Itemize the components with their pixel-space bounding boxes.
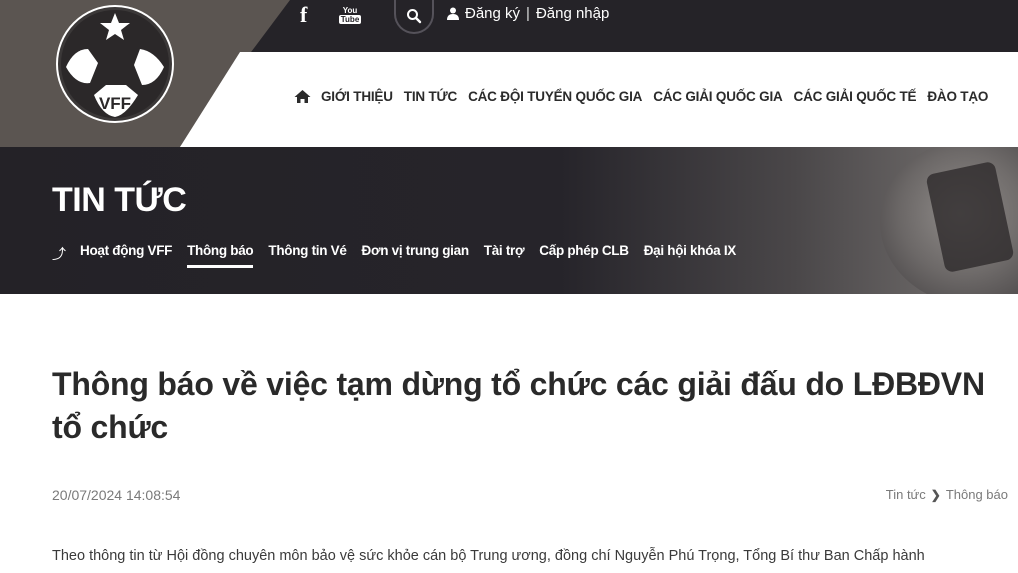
register-link[interactable]: Đăng ký [465, 5, 520, 22]
nav-item-gioi-thieu[interactable]: GIỚI THIỆU [321, 89, 393, 104]
subnav-thong-tin-ve[interactable]: Thông tin Vé [268, 243, 346, 264]
article-body: Theo thông tin từ Hội đồng chuyên môn bả… [52, 548, 925, 564]
subnav-hoat-dong-vff[interactable]: Hoạt động VFF [80, 243, 172, 264]
article-datetime: 20/07/2024 14:08:54 [52, 487, 181, 503]
nav-item-doi-tuyen[interactable]: CÁC ĐỘI TUYỂN QUỐC GIA [468, 89, 642, 104]
section-title: TIN TỨC [52, 181, 187, 219]
facebook-glyph: f [300, 2, 308, 27]
article-title: Thông báo về việc tạm dừng tổ chức các g… [52, 366, 985, 445]
youtube-icon[interactable]: You Tube [338, 0, 362, 30]
logo-text: VFF [99, 94, 131, 113]
subnav-dai-hoi[interactable]: Đại hội khóa IX [644, 243, 737, 264]
breadcrumb-thong-bao[interactable]: Thông báo [946, 487, 1008, 502]
hero-banner: TIN TỨC ⤴ Hoạt động VFF Thông báo Thông … [0, 147, 1018, 294]
breadcrumb: Tin tức ❯ Thông báo [886, 487, 1008, 502]
vff-logo[interactable]: VFF [54, 5, 176, 123]
login-link[interactable]: Đăng nhập [536, 5, 609, 22]
youtube-text-top: You [342, 6, 358, 15]
sub-nav: ⤴ Hoạt động VFF Thông báo Thông tin Vé Đ… [52, 243, 751, 268]
home-icon[interactable] [294, 89, 311, 104]
search-icon [407, 9, 422, 24]
breadcrumb-tin-tuc[interactable]: Tin tức [886, 487, 926, 502]
subnav-thong-bao[interactable]: Thông báo [187, 243, 254, 268]
chevron-right-icon: ❯ [930, 487, 941, 502]
main-nav: GIỚI THIỆU TIN TỨC CÁC ĐỘI TUYỂN QUỐC GI… [294, 89, 999, 104]
subnav-don-vi-trung-gian[interactable]: Đơn vị trung gian [362, 243, 470, 264]
user-icon [447, 7, 459, 20]
auth-links: Đăng ký | Đăng nhập [447, 5, 609, 22]
subnav-cap-phep-clb[interactable]: Cấp phép CLB [539, 243, 629, 264]
nav-item-giai-quoc-gia[interactable]: CÁC GIẢI QUỐC GIA [653, 89, 783, 104]
auth-separator: | [526, 5, 530, 22]
subnav-tai-tro[interactable]: Tài trợ [484, 243, 525, 264]
nav-item-giai-quoc-te[interactable]: CÁC GIẢI QUỐC TẾ [794, 89, 917, 104]
youtube-text-bottom: Tube [338, 15, 362, 24]
facebook-icon[interactable]: f [300, 0, 314, 30]
nav-item-tin-tuc[interactable]: TIN TỨC [404, 89, 457, 104]
nav-item-dao-tao[interactable]: ĐÀO TẠO [927, 89, 988, 104]
level-up-icon[interactable]: ⤴ [52, 244, 66, 264]
